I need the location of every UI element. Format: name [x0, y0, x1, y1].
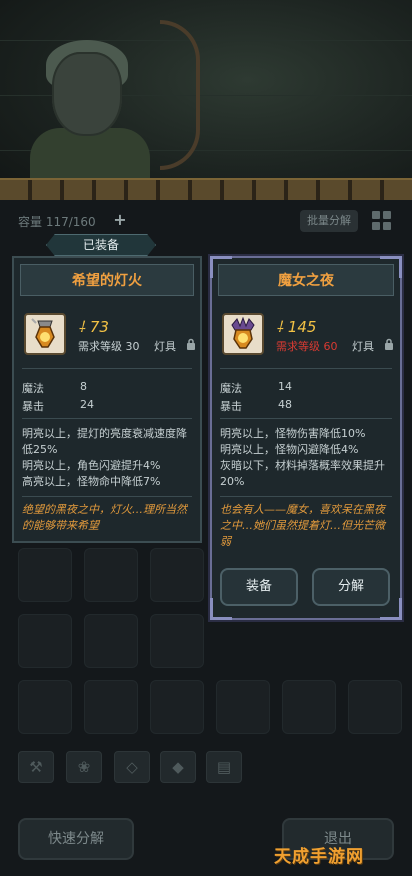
- effect-text: 明亮以上，提灯的亮度衰减速度降低25%: [22, 427, 187, 456]
- equipped-item-card: 希望的灯火 ⸸ 73 需求等级 30 灯具 魔法 8 暴击 24 明亮以上，提灯…: [12, 256, 202, 543]
- effect-text: 明亮以上，怪物闪避降低4%: [220, 443, 359, 456]
- inventory-slot[interactable]: [216, 680, 270, 734]
- effect-text: 明亮以上，角色闪避提升4%: [22, 459, 161, 472]
- bow-weapon: [160, 20, 200, 170]
- effect-text: 明亮以上，怪物伤害降低10%: [220, 427, 366, 440]
- gem-icon[interactable]: ◇: [114, 751, 150, 783]
- power-rating: ⸸ 73: [78, 317, 109, 337]
- floor-rail: [0, 178, 412, 200]
- level-requirement: 需求等级 30: [78, 340, 140, 353]
- hero-portrait: [52, 52, 122, 136]
- equip-button[interactable]: 装备: [220, 568, 298, 606]
- witch-lantern-icon: [222, 313, 264, 355]
- power-value: 145: [287, 318, 317, 336]
- power-icon: ⸸: [276, 318, 288, 336]
- item-name: 希望的灯火: [72, 273, 142, 289]
- stat-value: 24: [80, 398, 94, 411]
- expand-capacity-button[interactable]: +: [112, 212, 128, 228]
- inventory-slot[interactable]: [18, 614, 72, 668]
- level-requirement: 需求等级 60: [276, 340, 338, 353]
- stat-name: 暴击: [220, 400, 242, 413]
- selected-item-card: 魔女之夜 ⸸ 145 需求等级 60 灯具 魔法 14 暴击 48 明亮以上，怪…: [210, 256, 402, 620]
- stat-value: 14: [278, 380, 292, 393]
- inventory-slot[interactable]: [18, 548, 72, 602]
- inventory-slot[interactable]: [348, 680, 402, 734]
- equipped-badge: 已装备: [46, 234, 156, 256]
- inventory-slot[interactable]: [150, 548, 204, 602]
- stat-name: 魔法: [22, 382, 44, 395]
- stat-value: 48: [278, 398, 292, 411]
- stat-name: 暴击: [22, 400, 44, 413]
- inventory-slot[interactable]: [18, 680, 72, 734]
- capacity-text: 容量 117/160: [18, 215, 96, 229]
- item-category: 灯具: [352, 340, 374, 353]
- ore-icon[interactable]: ◆: [160, 751, 196, 783]
- power-rating: ⸸ 145: [276, 317, 316, 337]
- power-value: 73: [89, 318, 109, 336]
- effect-text: 高亮以上，怪物命中降低7%: [22, 475, 161, 488]
- site-watermark: 天成手游网: [274, 847, 364, 867]
- flavor-text: 也会有人——魔女，喜欢呆在黑夜之中…她们虽然提着灯…但光芒微弱: [220, 503, 385, 548]
- inventory-slot[interactable]: [84, 680, 138, 734]
- chest-icon[interactable]: ▤: [206, 751, 242, 783]
- quick-decompose-button[interactable]: 快速分解: [18, 818, 134, 860]
- item-category: 灯具: [154, 340, 176, 353]
- item-name-banner: 魔女之夜: [218, 264, 394, 296]
- effect-text: 灰暗以下，材料掉落概率效果提升20%: [220, 459, 385, 488]
- inventory-slot[interactable]: [84, 614, 138, 668]
- inventory-slot[interactable]: [150, 680, 204, 734]
- grid-view-icon[interactable]: [372, 211, 392, 231]
- lock-icon[interactable]: [384, 338, 394, 350]
- hammer-icon[interactable]: ⚒: [18, 751, 54, 783]
- batch-decompose-button[interactable]: 批量分解: [300, 210, 358, 232]
- flavor-text: 绝望的黑夜之中，灯火…理所当然的能够带来希望: [22, 503, 187, 532]
- power-icon: ⸸: [78, 318, 90, 336]
- lantern-icon: [24, 313, 66, 355]
- paw-icon[interactable]: ❀: [66, 751, 102, 783]
- stat-value: 8: [80, 380, 87, 393]
- item-name-banner: 希望的灯火: [20, 264, 194, 296]
- character-scene: [0, 0, 412, 200]
- stat-name: 魔法: [220, 382, 242, 395]
- item-name: 魔女之夜: [278, 273, 334, 289]
- inventory-slot[interactable]: [150, 614, 204, 668]
- inventory-slot[interactable]: [282, 680, 336, 734]
- inventory-slot[interactable]: [84, 548, 138, 602]
- decompose-button[interactable]: 分解: [312, 568, 390, 606]
- lock-icon[interactable]: [186, 338, 196, 350]
